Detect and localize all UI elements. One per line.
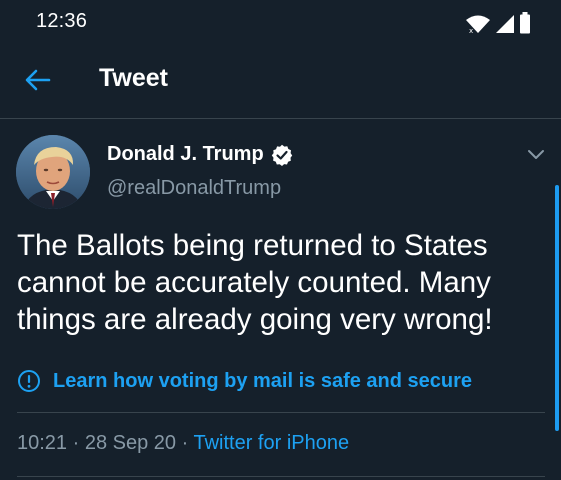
cell-signal-icon [496,15,514,33]
avatar-image [16,135,90,209]
meta-separator: · [67,432,85,454]
wifi-icon: x [466,15,490,34]
divider [17,412,545,413]
tweet-source-link[interactable]: Twitter for iPhone [193,432,349,454]
exclamation-circle-icon [18,370,40,392]
back-button[interactable] [18,60,58,100]
voting-info-label: Learn how voting by mail is safe and sec… [53,369,473,392]
voting-info-link[interactable]: Learn how voting by mail is safe and sec… [17,369,472,393]
svg-text:x: x [469,27,473,34]
status-icons: x [465,12,531,34]
arrow-left-icon [25,69,51,91]
status-bar: 12:36 x [0,0,561,46]
tweet-date: 28 Sep 20 [84,432,177,454]
app-header: Tweet [0,46,561,119]
meta-separator: · [176,432,194,454]
battery-icon [520,12,530,34]
author-name-text: Donald J. Trump [107,143,264,165]
tweet-text: The Ballots being returned to States can… [17,229,493,336]
scrollbar[interactable] [555,185,559,431]
status-time: 12:36 [36,10,88,32]
tweet-time: 10:21 [17,432,68,454]
divider [17,476,545,477]
verified-badge-icon [271,144,292,166]
author-name[interactable]: Donald J. Trump [107,143,293,166]
author-handle[interactable]: @realDonaldTrump [107,177,281,200]
tweet-screen: 12:36 x Tweet Donald J. Trump @realDonal… [0,0,561,480]
tweet-meta: 10:21 · 28 Sep 20 · Twitter for iPhone [17,432,349,455]
avatar[interactable] [16,135,90,209]
page-title: Tweet [99,64,168,92]
tweet: Donald J. Trump @realDonaldTrump The Bal… [0,119,561,480]
chevron-down-icon[interactable] [525,143,547,165]
